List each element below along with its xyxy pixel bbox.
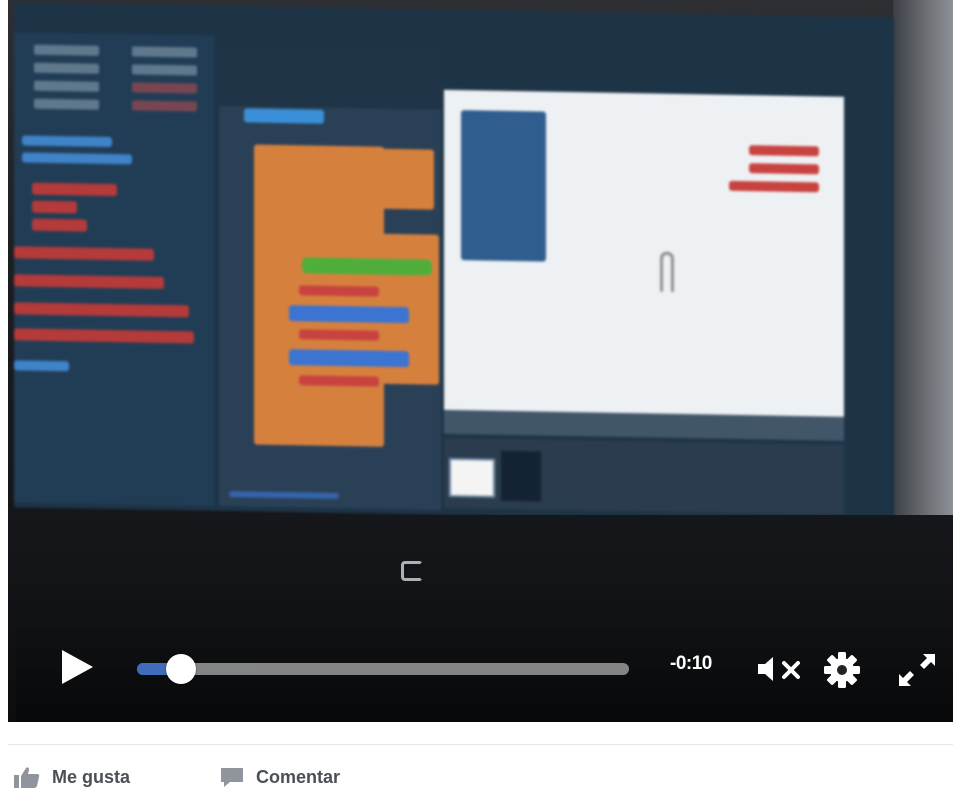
palette-block bbox=[14, 246, 154, 261]
comment-label: Comentar bbox=[256, 766, 341, 787]
laptop-logo bbox=[401, 561, 423, 581]
palette-tab bbox=[132, 46, 197, 58]
palette-tab bbox=[34, 80, 99, 92]
palette-block bbox=[22, 135, 112, 148]
palette-tab bbox=[34, 44, 99, 56]
palette-tab bbox=[34, 98, 99, 110]
palette-block bbox=[14, 274, 164, 289]
thumbs-up-icon bbox=[14, 767, 40, 788]
scripts-tab bbox=[244, 108, 324, 124]
wall-edge bbox=[893, 0, 953, 520]
palette-block bbox=[32, 200, 77, 214]
digital-block bbox=[289, 349, 409, 368]
palette-tab bbox=[132, 82, 197, 94]
stage-watcher bbox=[749, 145, 819, 157]
palette-block bbox=[14, 360, 69, 372]
palette-block bbox=[32, 218, 87, 232]
scrollbar bbox=[229, 491, 339, 499]
progress-handle[interactable] bbox=[166, 654, 196, 684]
player-controls: -0:10 bbox=[16, 620, 953, 722]
speech-bubble-icon bbox=[221, 768, 243, 787]
stage-variables bbox=[461, 110, 546, 262]
like-button[interactable]: Me gusta bbox=[14, 764, 130, 790]
palette-tab bbox=[132, 64, 197, 76]
like-label: Me gusta bbox=[52, 766, 131, 787]
stage-watcher bbox=[729, 180, 819, 193]
expand-arrows-icon[interactable] bbox=[895, 650, 939, 690]
digital-block bbox=[289, 305, 409, 324]
sprite-thumbnail bbox=[501, 450, 541, 502]
comment-button[interactable]: Comentar bbox=[220, 764, 340, 790]
divider bbox=[8, 744, 953, 745]
time-remaining: -0:10 bbox=[670, 653, 712, 674]
stage-watcher bbox=[749, 163, 819, 175]
palette-tab bbox=[34, 62, 99, 74]
gear-icon[interactable] bbox=[822, 650, 862, 690]
palette-block bbox=[14, 302, 189, 318]
stage-thumbnail bbox=[449, 457, 495, 498]
sprite-figure bbox=[660, 251, 674, 292]
scripts-header bbox=[219, 45, 441, 110]
palette-block bbox=[14, 328, 194, 344]
muted-speaker-icon[interactable] bbox=[756, 653, 806, 685]
code-block bbox=[369, 148, 434, 210]
palette-block bbox=[32, 182, 117, 197]
video-player[interactable]: -0:10 bbox=[8, 0, 953, 722]
palette-block bbox=[22, 152, 132, 165]
play-icon[interactable] bbox=[62, 650, 93, 684]
variable-block bbox=[299, 375, 379, 387]
variable-block bbox=[299, 329, 379, 341]
condition-block bbox=[302, 257, 432, 276]
scripts-area bbox=[219, 45, 441, 510]
progress-bar[interactable] bbox=[137, 663, 629, 675]
laptop-screen bbox=[14, 2, 894, 523]
blocks-palette bbox=[14, 32, 214, 506]
palette-tab bbox=[132, 100, 197, 112]
variable-block bbox=[299, 285, 379, 297]
